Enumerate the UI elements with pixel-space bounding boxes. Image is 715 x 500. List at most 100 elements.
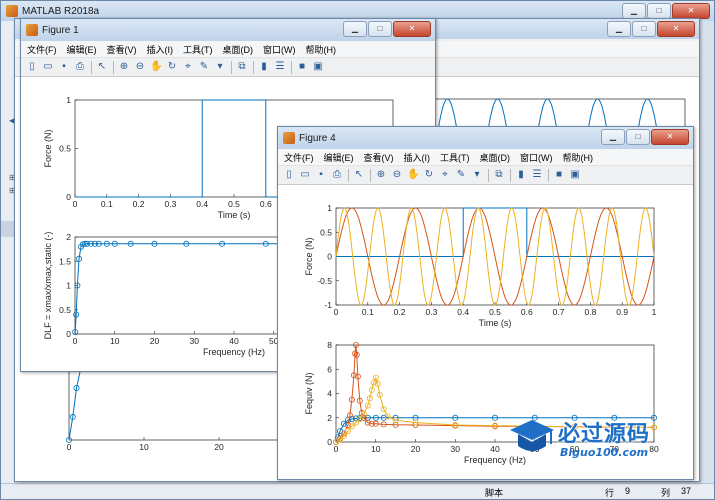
colorbar-icon[interactable]: ▮ [258, 61, 270, 73]
matlab-logo-icon [6, 5, 18, 17]
open-file-icon[interactable]: ▭ [299, 169, 311, 181]
status-script-label: 脚本 [485, 488, 504, 498]
matlab-title: MATLAB R2018a [22, 5, 100, 17]
legend-icon[interactable]: ☰ [531, 169, 543, 181]
maximize-icon[interactable]: □ [632, 21, 656, 37]
zoom-in-icon[interactable]: ⊕ [118, 61, 130, 73]
print-icon[interactable]: ⎙ [331, 169, 343, 181]
menu-insert[interactable]: 插入(I) [147, 43, 174, 56]
x-tick-label: 1 [652, 307, 657, 317]
save-icon[interactable]: ▪ [58, 61, 70, 73]
pointer-icon[interactable]: ↖ [96, 61, 108, 73]
zoom-out-icon[interactable]: ⊖ [134, 61, 146, 73]
bg-figure-window-controls: ▁ □ ✕ [607, 21, 695, 37]
x-tick-label: 0.7 [553, 307, 565, 317]
menu-view[interactable]: 查看(V) [107, 43, 137, 56]
link-plot-icon[interactable]: ⧉ [236, 61, 248, 73]
x-tick-label: 0.2 [133, 199, 145, 209]
status-col-label: 列 [661, 488, 671, 498]
x-tick-label: 10 [110, 336, 120, 346]
matlab-window-controls: ▁ □ ✕ [622, 3, 710, 19]
menu-tools[interactable]: 工具(T) [183, 43, 213, 56]
x-tick-label: 20 [214, 442, 224, 452]
legend-icon[interactable]: ☰ [274, 61, 286, 73]
menu-desktop[interactable]: 桌面(D) [480, 151, 511, 164]
colorbar-icon[interactable]: ▮ [515, 169, 527, 181]
figure4-top-plot: 0 0.1 0.2 0.3 0.4 0.5 0.6 0.7 0.8 0.9 1 -1 -0.5 0 0.5 1… [304, 203, 657, 328]
hide-plot-tools-icon[interactable]: ■ [296, 61, 308, 73]
maximize-icon[interactable]: □ [647, 3, 671, 19]
y-axis-label: Fequiv (N) [304, 372, 314, 414]
watermark-sub-text: Biguo100.com [560, 446, 649, 459]
close-icon[interactable]: ✕ [651, 129, 689, 145]
menu-help[interactable]: 帮助(H) [306, 43, 337, 56]
link-plot-icon[interactable]: ⧉ [493, 169, 505, 181]
minimize-icon[interactable]: ▁ [343, 21, 367, 37]
maximize-icon[interactable]: □ [368, 21, 392, 37]
x-tick-label: 0.6 [260, 199, 272, 209]
menu-edit[interactable]: 编辑(E) [67, 43, 97, 56]
pointer-icon[interactable]: ↖ [353, 169, 365, 181]
save-icon[interactable]: ▪ [315, 169, 327, 181]
data-cursor-icon[interactable]: ⌖ [439, 169, 451, 181]
menu-tools[interactable]: 工具(T) [440, 151, 470, 164]
new-figure-icon[interactable]: ▯ [26, 61, 38, 73]
status-row-label: 行 [605, 488, 615, 498]
close-icon[interactable]: ✕ [393, 21, 431, 37]
dropdown-arrow-icon[interactable]: ▾ [214, 61, 226, 73]
menu-file[interactable]: 文件(F) [284, 151, 314, 164]
y-axis-label: DLF = xmax/xmax,static (-) [43, 232, 53, 340]
show-plot-tools-icon[interactable]: ▣ [569, 169, 581, 181]
menu-window[interactable]: 窗口(W) [263, 43, 296, 56]
menu-edit[interactable]: 编辑(E) [324, 151, 354, 164]
zoom-in-icon[interactable]: ⊕ [375, 169, 387, 181]
hide-plot-tools-icon[interactable]: ■ [553, 169, 565, 181]
figure1-menubar: 文件(F) 编辑(E) 查看(V) 插入(I) 工具(T) 桌面(D) 窗口(W… [21, 41, 435, 58]
status-col-value: 37 [681, 486, 692, 496]
rotate-icon[interactable]: ↻ [423, 169, 435, 181]
y-tick-label: 0.5 [59, 144, 71, 154]
figure4-toolbar: ▯ ▭ ▪ ⎙ ↖ ⊕ ⊖ ✋ ↻ ⌖ ✎ ▾ ⧉ ▮ ☰ ■ ▣ [278, 166, 693, 185]
x-tick-label: 20 [150, 336, 160, 346]
x-tick-label: 0.8 [584, 307, 596, 317]
dropdown-arrow-icon[interactable]: ▾ [471, 169, 483, 181]
menu-file[interactable]: 文件(F) [27, 43, 57, 56]
pan-icon[interactable]: ✋ [150, 61, 162, 73]
open-file-icon[interactable]: ▭ [42, 61, 54, 73]
rotate-icon[interactable]: ↻ [166, 61, 178, 73]
pan-icon[interactable]: ✋ [407, 169, 419, 181]
close-icon[interactable]: ✕ [657, 21, 695, 37]
data-cursor-icon[interactable]: ⌖ [182, 61, 194, 73]
x-tick-label: 30 [451, 444, 461, 454]
new-figure-icon[interactable]: ▯ [283, 169, 295, 181]
brush-icon[interactable]: ✎ [198, 61, 210, 73]
minimize-icon[interactable]: ▁ [622, 3, 646, 19]
close-icon[interactable]: ✕ [672, 3, 710, 19]
x-tick-label: 0.2 [394, 307, 406, 317]
zoom-out-icon[interactable]: ⊖ [391, 169, 403, 181]
menu-window[interactable]: 窗口(W) [520, 151, 553, 164]
x-tick-label: 0.5 [228, 199, 240, 209]
x-tick-label: 0 [73, 199, 78, 209]
figure1-toolbar: ▯ ▭ ▪ ⎙ ↖ ⊕ ⊖ ✋ ↻ ⌖ ✎ ▾ ⧉ ▮ ☰ ■ ▣ [21, 58, 435, 77]
minimize-icon[interactable]: ▁ [601, 129, 625, 145]
x-tick-label: 0.3 [164, 199, 176, 209]
matlab-statusbar: 脚本 行 9 列 37 [1, 483, 714, 499]
minimize-icon[interactable]: ▁ [607, 21, 631, 37]
x-axis-label: Time (s) [218, 210, 251, 220]
y-tick-label: 1.5 [59, 256, 71, 266]
x-tick-label: 20 [411, 444, 421, 454]
brush-icon[interactable]: ✎ [455, 169, 467, 181]
menu-desktop[interactable]: 桌面(D) [223, 43, 254, 56]
figure4-window-controls: ▁ □ ✕ [601, 129, 689, 145]
menu-help[interactable]: 帮助(H) [563, 151, 594, 164]
show-plot-tools-icon[interactable]: ▣ [312, 61, 324, 73]
maximize-icon[interactable]: □ [626, 129, 650, 145]
menu-view[interactable]: 查看(V) [364, 151, 394, 164]
menu-insert[interactable]: 插入(I) [404, 151, 431, 164]
x-tick-label: 0.9 [616, 307, 628, 317]
y-tick-label: 0 [327, 437, 332, 447]
y-tick-label: 2 [66, 232, 71, 242]
watermark: 必过源码 Biguo100.com [508, 414, 708, 474]
print-icon[interactable]: ⎙ [74, 61, 86, 73]
